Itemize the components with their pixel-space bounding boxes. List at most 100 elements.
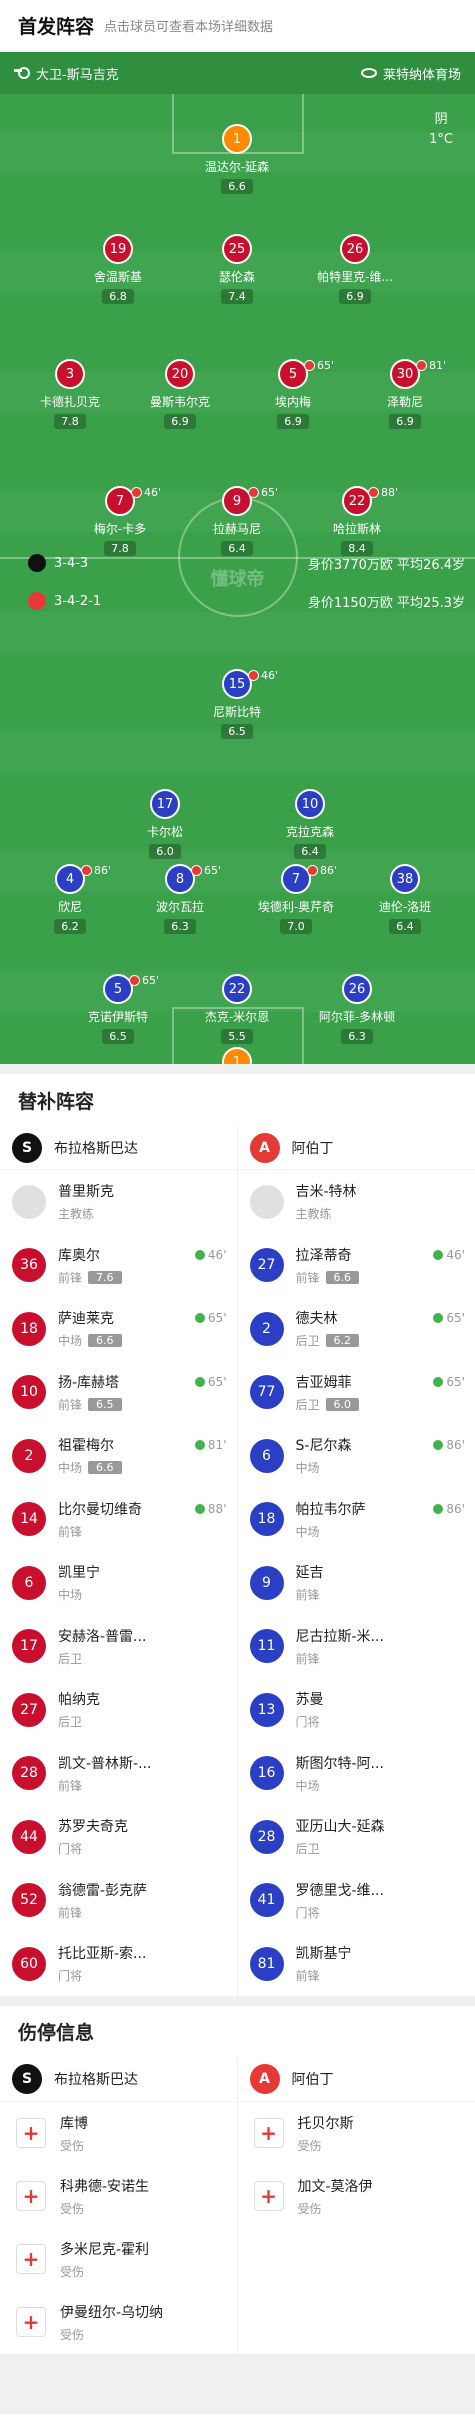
player-name: 舍温斯基: [93, 270, 142, 284]
player-marker[interactable]: 22 杰克-米尔恩 5.5: [192, 974, 282, 1044]
player-marker[interactable]: 17 卡尔松 6.0: [120, 789, 210, 859]
subs-home-team[interactable]: S 布拉格斯巴达: [0, 1126, 237, 1170]
player-rating: 6.4: [221, 541, 253, 556]
player-marker[interactable]: 22 88' 哈拉斯林 8.4: [312, 486, 402, 556]
player-name: 卡德扎贝克: [39, 395, 100, 409]
sub-row[interactable]: 17 安赫洛-普雷... 后卫: [0, 1615, 237, 1679]
sub-row[interactable]: 9 延吉 前锋: [238, 1551, 475, 1615]
sub-name: 库奥尔: [58, 1247, 100, 1264]
injury-title: 伤停信息: [18, 2022, 95, 2044]
player-marker[interactable]: 8 65' 波尔瓦拉 6.3: [135, 864, 225, 934]
player-name: 阿尔菲-多林顿: [318, 1010, 396, 1024]
home-team-name: 大卫-斯马吉克: [36, 67, 119, 83]
player-number: 8 65': [165, 864, 221, 894]
injury-status: 受伤: [60, 2327, 85, 2342]
player-marker[interactable]: 5 65' 克诺伊斯特 6.5: [73, 974, 163, 1044]
player-marker[interactable]: 26 帕特里克-维... 6.9: [310, 234, 400, 304]
sub-number: 18: [12, 1311, 46, 1346]
sub-row[interactable]: 28 凯文-普林斯-... 前锋: [0, 1742, 237, 1806]
sub-row[interactable]: 81 凯斯基宁 前锋: [238, 1932, 475, 1996]
player-number: 22 88': [342, 486, 398, 516]
injury-home-team: S 布拉格斯巴达: [0, 2058, 237, 2102]
sub-position: 前锋: [295, 1270, 320, 1285]
sub-row[interactable]: 6 S-尼尔森 中场 86': [238, 1424, 475, 1488]
player-marker[interactable]: 26 阿尔菲-多林顿 6.3: [312, 974, 402, 1044]
injury-row: + 托贝尔斯 受伤: [238, 2102, 475, 2165]
injured-name: 加文-莫洛伊: [297, 2178, 373, 2195]
sub-row[interactable]: 36 库奥尔 前锋 7.6 46': [0, 1234, 237, 1298]
sub-row[interactable]: 60 托比亚斯-索... 门将: [0, 1932, 237, 1996]
player-marker[interactable]: 19 舍温斯基 6.8: [73, 234, 163, 304]
sub-number: 60: [12, 1946, 46, 1981]
player-marker[interactable]: 15 46' 尼斯比特 6.5: [192, 669, 282, 739]
player-marker[interactable]: 30 81' 泽勒尼 6.9: [360, 359, 450, 429]
player-marker[interactable]: 10 克拉克森 6.4: [265, 789, 355, 859]
sub-out-icon: 65': [128, 974, 159, 987]
subs-away-team[interactable]: A 阿伯丁: [237, 1126, 475, 1170]
player-marker[interactable]: 7 86' 埃德利-奥芹奇 7.0: [251, 864, 341, 934]
sub-row[interactable]: 27 帕纳克 后卫: [0, 1678, 237, 1742]
sub-row[interactable]: 16 斯图尔特-阿... 中场: [238, 1742, 475, 1806]
player-marker[interactable]: 38 迪伦-洛班 6.4: [360, 864, 450, 934]
player-rating: 6.5: [102, 1029, 134, 1044]
player-marker[interactable]: 7 46' 梅尔-卡多 7.8: [75, 486, 165, 556]
sub-row[interactable]: 41 罗德里戈-维... 门将: [238, 1869, 475, 1933]
sub-row[interactable]: 2 祖霍梅尔 中场 6.6 81': [0, 1424, 237, 1488]
sub-number: 36: [12, 1248, 46, 1283]
sub-in-icon: 65': [433, 1311, 465, 1325]
player-rating: 6.8: [102, 289, 134, 304]
sub-row[interactable]: 18 萨迪莱克 中场 6.6 65': [0, 1297, 237, 1361]
player-rating: 8.4: [341, 541, 373, 556]
sub-row[interactable]: 14 比尔曼切维奇 前锋 88': [0, 1488, 237, 1552]
player-marker[interactable]: 3 卡德扎贝克 7.8: [25, 359, 115, 429]
sub-in-icon: 88': [194, 1502, 227, 1516]
sub-row[interactable]: 18 帕拉韦尔萨 中场 86': [238, 1488, 475, 1552]
sub-row[interactable]: 44 苏罗夫奇克 门将: [0, 1805, 237, 1869]
player-marker[interactable]: 1 米托夫 5.5: [192, 1047, 282, 1064]
player-number: 30 81': [390, 359, 446, 389]
sub-out-icon: 65': [247, 486, 278, 499]
player-name: 拉赫马尼: [212, 522, 261, 536]
player-number: 19: [103, 234, 133, 264]
sub-number: 27: [249, 1248, 284, 1283]
sub-name: 尼古拉斯-米...: [295, 1628, 384, 1645]
section-title: 首发阵容: [18, 15, 95, 38]
injury-status: 受伤: [60, 2264, 85, 2279]
player-rating: 6.9: [389, 414, 421, 429]
player-name: 曼斯韦尔克: [149, 395, 210, 409]
player-marker[interactable]: 5 65' 埃内梅 6.9: [248, 359, 338, 429]
player-name: 温达尔-延森: [204, 160, 270, 174]
medical-kit-icon: +: [16, 2307, 46, 2337]
sub-name: 凯斯基宁: [295, 1946, 352, 1963]
sub-row[interactable]: 10 扬-库赫塔 前锋 6.5 65': [0, 1361, 237, 1425]
player-rating: 6.9: [339, 289, 371, 304]
sub-position: 中场: [58, 1588, 83, 1603]
aberdeen-logo-icon: A: [249, 2064, 280, 2094]
sub-row[interactable]: 13 苏曼 门将: [238, 1678, 475, 1742]
sub-row[interactable]: 52 翁德雷-彭克萨 前锋: [0, 1869, 237, 1933]
player-number: 26: [342, 974, 372, 1004]
sub-name: 苏罗夫奇克: [58, 1819, 128, 1836]
sub-row[interactable]: 77 吉亚姆菲 后卫 6.0 65': [238, 1361, 475, 1425]
sub-number: 52: [12, 1883, 46, 1918]
player-name: 迪伦-洛班: [378, 900, 432, 914]
sub-position: 前锋: [58, 1397, 83, 1412]
player-marker[interactable]: 20 曼斯韦尔克 6.9: [135, 359, 225, 429]
sub-name: 德夫林: [295, 1311, 338, 1328]
sub-rating: 6.5: [88, 1397, 122, 1411]
sub-name: 凯里宁: [58, 1565, 100, 1582]
sub-row[interactable]: 27 拉泽蒂奇 前锋 6.6 46': [238, 1234, 475, 1298]
away-coach[interactable]: 吉米-特林 主教练: [238, 1170, 475, 1234]
home-coach[interactable]: 普里斯克 主教练: [0, 1170, 237, 1234]
weather-condition: 阴: [434, 112, 448, 127]
player-name: 帕特里克-维...: [317, 270, 393, 284]
sub-row[interactable]: 28 亚历山大-延森 后卫: [238, 1805, 475, 1869]
player-name: 梅尔-卡多: [93, 522, 147, 536]
sub-row[interactable]: 2 德夫林 后卫 6.2 65': [238, 1297, 475, 1361]
sub-row[interactable]: 11 尼古拉斯-米... 前锋: [238, 1615, 475, 1679]
player-marker[interactable]: 1 温达尔-延森 6.6: [192, 124, 282, 194]
player-marker[interactable]: 25 瑟伦森 7.4: [192, 234, 282, 304]
player-marker[interactable]: 9 65' 拉赫马尼 6.4: [192, 486, 282, 556]
player-marker[interactable]: 4 86' 欣尼 6.2: [25, 864, 115, 934]
sub-row[interactable]: 6 凯里宁 中场: [0, 1551, 237, 1615]
